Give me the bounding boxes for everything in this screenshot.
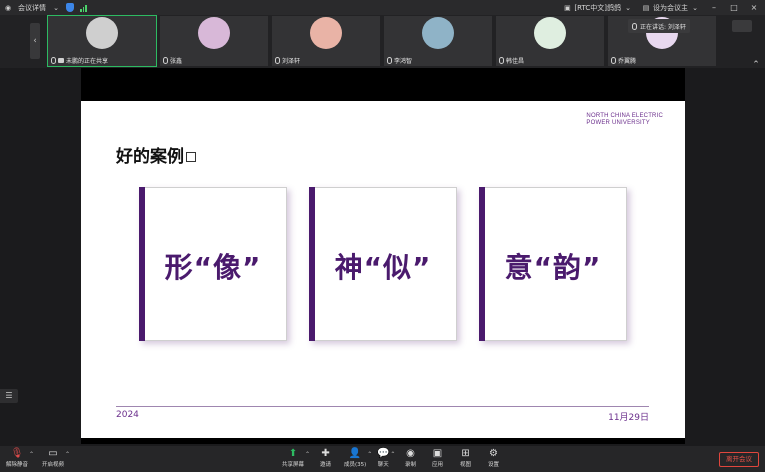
avatar (198, 17, 230, 49)
collapse-strip-icon[interactable]: ⌃ (751, 60, 761, 70)
unmute-button[interactable]: 🎙 解除静音 ⌃ (6, 448, 34, 470)
case-card: 意“韵” (479, 187, 627, 341)
meeting-info-icon[interactable]: ◉ (4, 4, 12, 12)
members-button[interactable]: 👤 成员(35) ⌃ (344, 448, 372, 470)
footer-divider (116, 406, 649, 407)
record-icon: ◉ (406, 448, 415, 459)
slide-title: 好的案例 (116, 142, 196, 167)
participant-tile[interactable]: 李鸿智 (384, 16, 492, 66)
bottom-toolbar: 🎙 解除静音 ⌃ ▭ 开启视频 ⌃ ⬆ 共享屏幕 ⌃ ✚ 邀请 👤 成员(35)… (0, 446, 765, 472)
card-text: 意“韵” (504, 251, 602, 284)
slide-bottom-border (81, 438, 685, 444)
strip-prev-button[interactable]: ‹ (30, 23, 40, 59)
chevron-up-icon[interactable]: ⌃ (29, 451, 34, 458)
university-logo-text: NORTH CHINA ELECTRIC POWER UNIVERSITY (586, 113, 663, 126)
settings-button[interactable]: ⚙ 设置 (488, 448, 499, 470)
close-button[interactable]: × (749, 3, 759, 12)
record-button[interactable]: ◉ 录制 (405, 448, 416, 470)
invite-icon: ✚ (321, 448, 330, 459)
side-list-icon[interactable]: ☰ (0, 389, 18, 403)
chat-icon: 💬 (377, 448, 390, 459)
slide-top-border (81, 68, 685, 101)
mic-icon (499, 57, 504, 64)
user-dropdown[interactable]: ▣ [RTC中文]鸽鸽 ⌄ (563, 3, 632, 13)
slide-date: 11月29日 (608, 413, 649, 423)
participant-name: 未鹏的正在共享 (66, 58, 109, 65)
camera-off-icon: ▭ (48, 448, 58, 459)
share-screen-button[interactable]: ⬆ 共享屏幕 ⌃ (282, 448, 310, 470)
placeholder-box-icon (186, 151, 196, 162)
mic-icon (275, 57, 280, 64)
chat-button[interactable]: 💬 聊天 ⌃ (377, 448, 395, 470)
meeting-info-label[interactable]: 会议详情 (18, 3, 46, 13)
participant-name: 刘泽轩 (282, 58, 301, 65)
shared-slide: NORTH CHINA ELECTRIC POWER UNIVERSITY 好的… (81, 101, 685, 438)
avatar (86, 17, 118, 49)
chevron-down-icon: ⌄ (625, 3, 631, 12)
apps-icon: ▣ (432, 448, 443, 459)
participant-name: 李鸿智 (394, 58, 413, 65)
screen-share-icon (58, 58, 64, 63)
self-view-toggle[interactable] (732, 20, 752, 32)
restore-button[interactable]: □ (729, 3, 739, 12)
case-card: 神“似” (309, 187, 457, 341)
mic-icon (163, 57, 168, 64)
card-text: 神“似” (334, 251, 432, 284)
chevron-up-icon[interactable]: ⌃ (367, 451, 372, 458)
participant-tile[interactable]: 张鑫 (160, 16, 268, 66)
chevron-up-icon[interactable]: ⌃ (390, 451, 395, 458)
mic-off-icon: 🎙 (10, 448, 24, 459)
user-label: [RTC中文]鸽鸽 (574, 3, 621, 12)
invite-button[interactable]: ✚ 邀请 (320, 448, 331, 470)
slide-year: 2024 (116, 410, 139, 420)
participant-tile[interactable]: 未鹏的正在共享 (47, 15, 157, 67)
mic-icon (611, 57, 616, 64)
avatar (310, 17, 342, 49)
top-bar: ◉ 会议详情 ⌄ ▣ [RTC中文]鸽鸽 ⌄ ▤ 设为会议主 ⌄ – □ × (0, 0, 765, 15)
leave-meeting-button[interactable]: 离开会议 (719, 452, 759, 467)
avatar (422, 17, 454, 49)
card-text: 形“像” (164, 251, 262, 284)
apps-button[interactable]: ▣ 应用 (432, 448, 443, 470)
share-screen-icon: ⬆ (288, 448, 298, 459)
view-icon: ⊞ (461, 448, 470, 459)
signal-icon[interactable] (80, 4, 87, 12)
chevron-down-icon: ⌄ (692, 3, 698, 12)
user-icon: ▣ (564, 3, 571, 12)
shield-icon[interactable] (66, 3, 74, 12)
avatar (534, 17, 566, 49)
start-video-button[interactable]: ▭ 开启视频 ⌃ (42, 448, 70, 470)
mic-icon (632, 22, 637, 30)
members-icon: 👤 (348, 448, 362, 459)
case-card: 形“像” (139, 187, 287, 341)
settings-icon: ⚙ (489, 448, 498, 459)
speaking-indicator: 正在讲话: 刘泽轩 (628, 19, 690, 33)
participant-name: 韩佳昌 (506, 58, 525, 65)
meeting-window: ◉ 会议详情 ⌄ ▣ [RTC中文]鸽鸽 ⌄ ▤ 设为会议主 ⌄ – □ × ‹… (0, 0, 765, 472)
speaking-label: 正在讲话: 刘泽轩 (640, 23, 686, 31)
chevron-down-icon[interactable]: ⌄ (52, 4, 60, 12)
participant-tile[interactable]: 刘泽轩 (272, 16, 380, 66)
host-label: 设为会议主 (653, 3, 688, 12)
participant-name: 张鑫 (170, 58, 183, 65)
chevron-up-icon[interactable]: ⌃ (65, 451, 70, 458)
host-icon: ▤ (642, 3, 650, 12)
participant-tile[interactable]: 韩佳昌 (496, 16, 604, 66)
mic-icon (387, 57, 392, 64)
chevron-up-icon[interactable]: ⌃ (305, 451, 310, 458)
participant-name: 乔翼腾 (618, 58, 637, 65)
mic-icon (51, 57, 56, 64)
minimize-button[interactable]: – (709, 3, 719, 12)
view-button[interactable]: ⊞ 视图 (460, 448, 471, 470)
host-dropdown[interactable]: ▤ 设为会议主 ⌄ (642, 3, 699, 13)
